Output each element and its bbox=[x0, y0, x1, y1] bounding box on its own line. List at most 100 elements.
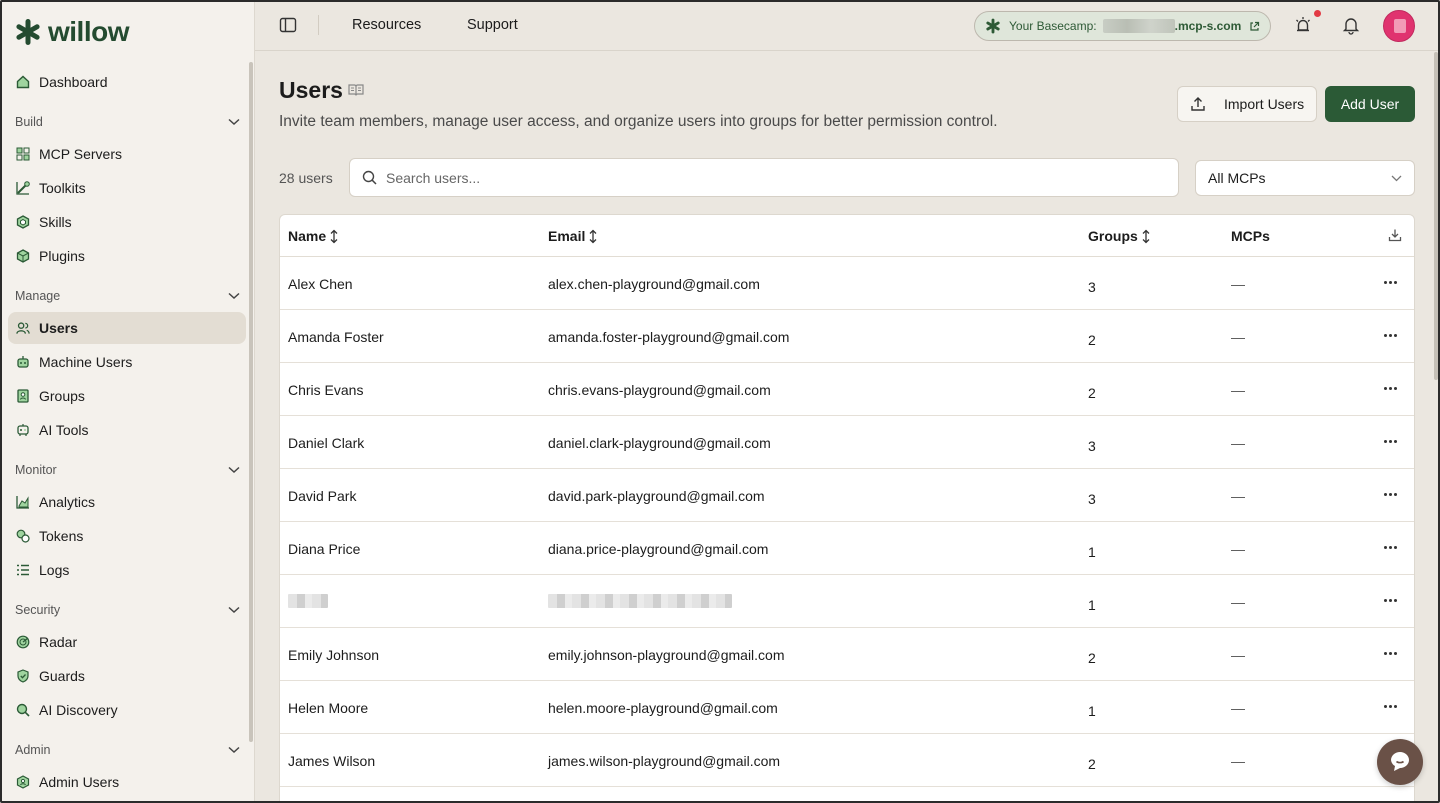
sidebar-item-groups[interactable]: Groups bbox=[8, 380, 246, 412]
row-actions-button[interactable] bbox=[1380, 274, 1400, 290]
import-users-button[interactable]: Import Users bbox=[1177, 86, 1317, 122]
name-cell: Diana Price bbox=[288, 541, 360, 557]
email-cell bbox=[548, 594, 732, 611]
chat-button[interactable] bbox=[1377, 739, 1423, 785]
table-row[interactable]: James Wilson james.wilson-playground@gmai… bbox=[280, 734, 1414, 787]
search-input[interactable] bbox=[386, 169, 1146, 186]
basecamp-domain: .mcp-s.com bbox=[1174, 19, 1242, 33]
mcps-header: MCPs bbox=[1231, 228, 1270, 244]
sidebar-scrollbar[interactable] bbox=[249, 62, 253, 742]
section-security[interactable]: Security bbox=[15, 600, 240, 620]
sidebar-item-skills[interactable]: Skills bbox=[8, 206, 246, 238]
sidebar-item-ai-discovery[interactable]: AI Discovery bbox=[8, 694, 246, 726]
user-name: Alex Chen bbox=[288, 276, 353, 292]
willow-logo-icon bbox=[16, 19, 40, 45]
table-row[interactable]: Emily Johnson emily.johnson-playground@gm… bbox=[280, 628, 1414, 681]
add-user-button[interactable]: Add User bbox=[1325, 86, 1415, 122]
sort-name-header[interactable]: Name bbox=[288, 228, 339, 244]
support-link[interactable]: Support bbox=[467, 17, 518, 33]
chevron-down-icon bbox=[228, 746, 240, 754]
table-row[interactable]: 1— bbox=[280, 575, 1414, 628]
sidebar-item-radar[interactable]: Radar bbox=[8, 626, 246, 658]
row-actions-button[interactable] bbox=[1380, 486, 1400, 502]
sidebar-item-plugins[interactable]: Plugins bbox=[8, 240, 246, 272]
page-subtitle: Invite team members, manage user access,… bbox=[279, 113, 998, 130]
sidebar-item-mcp-servers[interactable]: MCP Servers bbox=[8, 138, 246, 170]
page-title: Users bbox=[279, 77, 343, 103]
table-header: Name Email Groups MCPs bbox=[280, 215, 1414, 257]
groups-cell: 2 bbox=[1088, 756, 1096, 772]
mcp-filter-value: All MCPs bbox=[1208, 170, 1266, 186]
sidebar-item-logs[interactable]: Logs bbox=[8, 554, 246, 586]
groups-cell: 1 bbox=[1088, 597, 1096, 613]
users-table: Name Email Groups MCPs Alex Chen alex.che… bbox=[279, 214, 1415, 803]
sidebar-item-guards[interactable]: Guards bbox=[8, 660, 246, 692]
sidebar-item-machine-users[interactable]: Machine Users bbox=[8, 346, 246, 378]
name-cell: Amanda Foster bbox=[288, 329, 384, 345]
section-build[interactable]: Build bbox=[15, 112, 240, 132]
basecamp-pill[interactable]: Your Basecamp: .mcp-s.com bbox=[974, 11, 1271, 41]
sidebar-item-label: Machine Users bbox=[39, 354, 133, 370]
sidebar-toggle-icon[interactable] bbox=[279, 16, 297, 34]
section-title: Manage bbox=[15, 289, 61, 303]
bell-icon[interactable] bbox=[1341, 15, 1361, 35]
section-manage[interactable]: Manage bbox=[15, 286, 240, 306]
table-row[interactable]: David Park david.park-playground@gmail.co… bbox=[280, 469, 1414, 522]
search-icon bbox=[362, 170, 377, 185]
chevron-down-icon bbox=[228, 118, 240, 126]
sidebar-item-tokens[interactable]: Tokens bbox=[8, 520, 246, 552]
section-admin[interactable]: Admin bbox=[15, 740, 240, 760]
table-row[interactable]: Diana Price diana.price-playground@gmail.… bbox=[280, 522, 1414, 575]
email-cell: helen.moore-playground@gmail.com bbox=[548, 700, 778, 716]
row-actions-button[interactable] bbox=[1380, 645, 1400, 661]
table-row[interactable]: Amanda Foster amanda.foster-playground@gm… bbox=[280, 310, 1414, 363]
alarm-icon[interactable] bbox=[1293, 15, 1313, 35]
sort-email-header[interactable]: Email bbox=[548, 228, 598, 244]
table-row[interactable]: Daniel Clark daniel.clark-playground@gmai… bbox=[280, 416, 1414, 469]
groups-icon bbox=[16, 389, 30, 403]
chat-bubble-icon bbox=[1391, 752, 1409, 771]
row-actions-button[interactable] bbox=[1380, 539, 1400, 555]
sidebar-item-analytics[interactable]: Analytics bbox=[8, 486, 246, 518]
sidebar-item-admin-users[interactable]: Admin Users bbox=[8, 766, 246, 798]
download-icon[interactable] bbox=[1388, 228, 1402, 242]
user-name: Helen Moore bbox=[288, 700, 369, 716]
section-monitor[interactable]: Monitor bbox=[15, 460, 240, 480]
sidebar-item-label: Dashboard bbox=[39, 74, 108, 90]
robot-icon bbox=[16, 355, 30, 369]
divider bbox=[318, 15, 319, 35]
name-cell bbox=[288, 594, 328, 611]
mcp-filter-select[interactable]: All MCPs bbox=[1195, 160, 1415, 196]
avatar[interactable] bbox=[1383, 10, 1415, 42]
row-actions-button[interactable] bbox=[1380, 698, 1400, 714]
sidebar-item-label: Groups bbox=[39, 388, 85, 404]
row-actions-button[interactable] bbox=[1380, 592, 1400, 608]
sidebar-item-ai-tools[interactable]: AI Tools bbox=[8, 414, 246, 446]
table-row[interactable]: Chris Evans chris.evans-playground@gmail.… bbox=[280, 363, 1414, 416]
user-email: alex.chen-playground@gmail.com bbox=[548, 276, 760, 292]
mcps-cell: — bbox=[1231, 541, 1245, 557]
sidebar: willow Dashboard Build MCP Servers Toolk… bbox=[0, 0, 255, 803]
redacted-subdomain bbox=[1102, 19, 1175, 33]
row-actions-button[interactable] bbox=[1380, 327, 1400, 343]
resources-link[interactable]: Resources bbox=[352, 17, 421, 33]
header-name-label: Name bbox=[288, 228, 327, 244]
email-cell: david.park-playground@gmail.com bbox=[548, 488, 765, 504]
sidebar-item-dashboard[interactable]: Dashboard bbox=[8, 66, 246, 98]
sidebar-item-toolkits[interactable]: Toolkits bbox=[8, 172, 246, 204]
row-actions-button[interactable] bbox=[1380, 433, 1400, 449]
hexagon-icon bbox=[16, 215, 30, 229]
email-cell: emily.johnson-playground@gmail.com bbox=[548, 647, 785, 663]
main-scrollbar[interactable] bbox=[1434, 52, 1438, 380]
external-link-icon bbox=[1250, 21, 1260, 31]
table-row[interactable]: Alex Chen alex.chen-playground@gmail.com 3… bbox=[280, 257, 1414, 310]
table-body: Alex Chen alex.chen-playground@gmail.com 3… bbox=[280, 257, 1414, 787]
table-row[interactable]: Helen Moore helen.moore-playground@gmail.… bbox=[280, 681, 1414, 734]
user-count: 28 users bbox=[279, 170, 333, 186]
sort-groups-header[interactable]: Groups bbox=[1088, 228, 1151, 244]
logo[interactable]: willow bbox=[14, 16, 130, 48]
sidebar-item-label: Guards bbox=[39, 668, 85, 684]
sidebar-item-users[interactable]: Users bbox=[8, 312, 246, 344]
docs-book-icon[interactable] bbox=[348, 83, 364, 97]
row-actions-button[interactable] bbox=[1380, 380, 1400, 396]
